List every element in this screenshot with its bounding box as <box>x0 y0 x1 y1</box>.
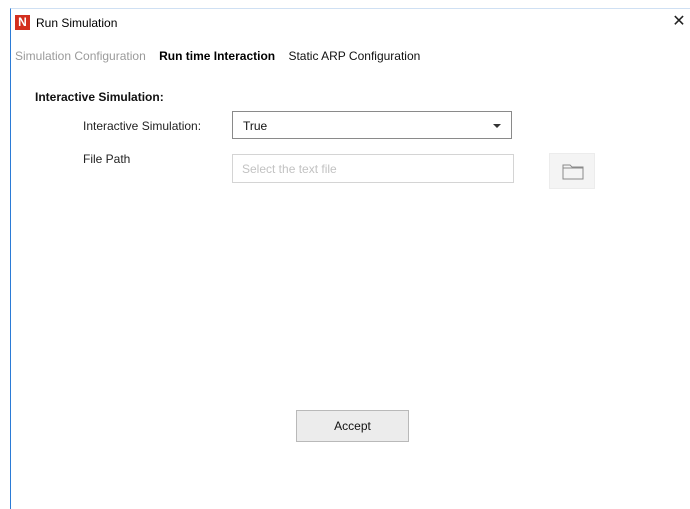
app-logo: N <box>15 15 30 30</box>
file-path-input[interactable] <box>232 154 514 183</box>
interactive-simulation-label: Interactive Simulation: <box>83 119 202 133</box>
interactive-simulation-select[interactable]: True <box>232 111 512 139</box>
tab-run-time-interaction[interactable]: Run time Interaction <box>159 49 275 63</box>
accept-button[interactable]: Accept <box>296 410 409 442</box>
browse-button[interactable] <box>549 153 595 189</box>
tab-simulation-configuration[interactable]: Simulation Configuration <box>15 49 146 63</box>
tab-bar: Simulation Configuration Run time Intera… <box>15 49 430 67</box>
window-title: Run Simulation <box>36 16 118 30</box>
chevron-down-icon <box>493 124 501 128</box>
close-button[interactable]: ✕ <box>667 11 690 33</box>
run-simulation-window: N Run Simulation ✕ Simulation Configurat… <box>10 8 690 509</box>
interactive-simulation-value: True <box>243 119 268 133</box>
folder-icon <box>562 164 584 180</box>
section-title: Interactive Simulation: <box>35 90 164 104</box>
file-path-label: File Path <box>83 152 131 166</box>
title-bar: N Run Simulation ✕ <box>11 9 690 37</box>
close-icon: ✕ <box>672 13 686 30</box>
tab-static-arp-configuration[interactable]: Static ARP Configuration <box>288 49 420 63</box>
